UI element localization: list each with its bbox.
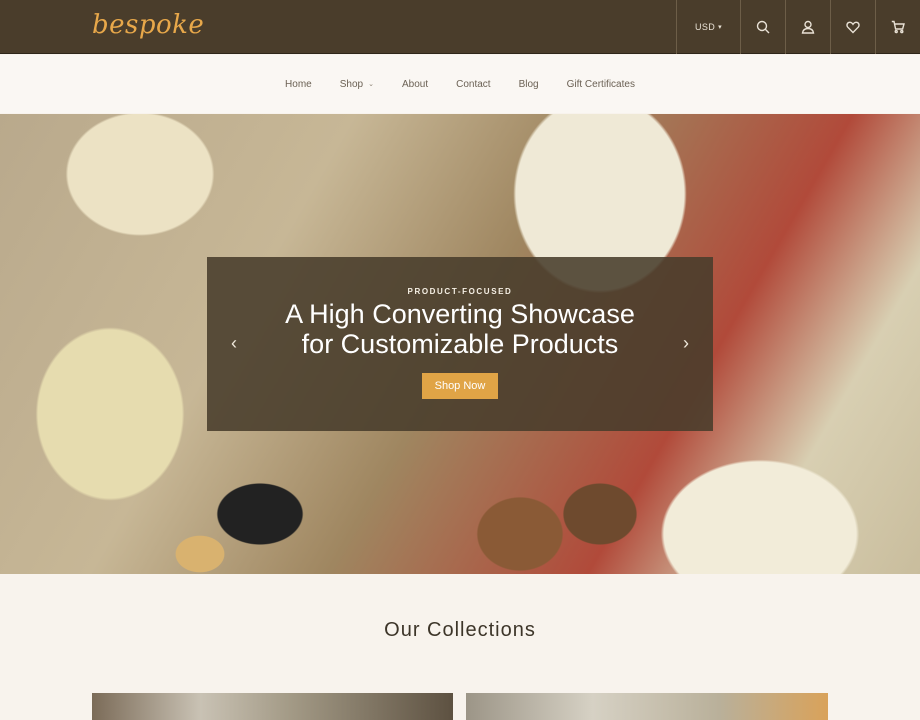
caret-down-icon: ▾ [718, 24, 723, 31]
nav-item-label: About [401, 78, 429, 90]
hero-title-line-1: A High Converting Showcase [285, 299, 635, 329]
currency-selector[interactable]: USD ▾ [676, 0, 740, 54]
nav-item-about[interactable]: About [402, 79, 428, 90]
cart-button[interactable] [875, 0, 920, 54]
account-button[interactable] [785, 0, 830, 54]
top-bar: bespoke USD ▾ [0, 0, 920, 54]
hero-kicker: PRODUCT-FOCUSED [407, 287, 513, 296]
hero-title: A High Converting Showcase for Customiza… [207, 299, 713, 359]
nav-item-home[interactable]: Home [285, 79, 312, 90]
heart-icon [846, 21, 860, 34]
chevron-right-icon[interactable]: › [683, 333, 689, 354]
logo[interactable]: bespoke [92, 10, 204, 40]
hero-caption-panel: PRODUCT-FOCUSED A High Converting Showca… [207, 257, 713, 431]
user-icon [801, 20, 815, 34]
nav-item-gift-certificates[interactable]: Gift Certificates [567, 79, 635, 90]
wishlist-button[interactable] [830, 0, 875, 54]
nav-item-contact[interactable]: Contact [456, 79, 490, 90]
collections-heading: Our Collections [384, 619, 536, 641]
search-icon [756, 20, 770, 34]
nav-item-shop[interactable]: Shop ⌄ [340, 79, 374, 90]
nav-item-label: Gift Certificates [566, 78, 635, 90]
header-tools: USD ▾ [676, 0, 920, 54]
collection-card[interactable] [466, 693, 828, 720]
nav-item-blog[interactable]: Blog [519, 79, 539, 90]
hero-slideshow: PRODUCT-FOCUSED A High Converting Showca… [0, 114, 920, 574]
cart-icon [891, 20, 905, 34]
search-button[interactable] [740, 0, 785, 54]
collection-card[interactable] [92, 693, 453, 720]
chevron-down-icon: ⌄ [368, 81, 374, 88]
nav-item-label: Home [285, 78, 312, 90]
currency-label: USD [694, 22, 716, 32]
nav-item-label: Blog [518, 78, 539, 90]
chevron-left-icon[interactable]: ‹ [231, 333, 237, 354]
nav-item-label: Shop [339, 78, 364, 90]
nav-item-label: Contact [456, 78, 491, 90]
hero-title-line-2: for Customizable Products [301, 329, 619, 359]
main-nav: Home Shop ⌄ About Contact Blog Gift Cert… [0, 55, 920, 113]
shop-now-button[interactable]: Shop Now [422, 373, 498, 399]
